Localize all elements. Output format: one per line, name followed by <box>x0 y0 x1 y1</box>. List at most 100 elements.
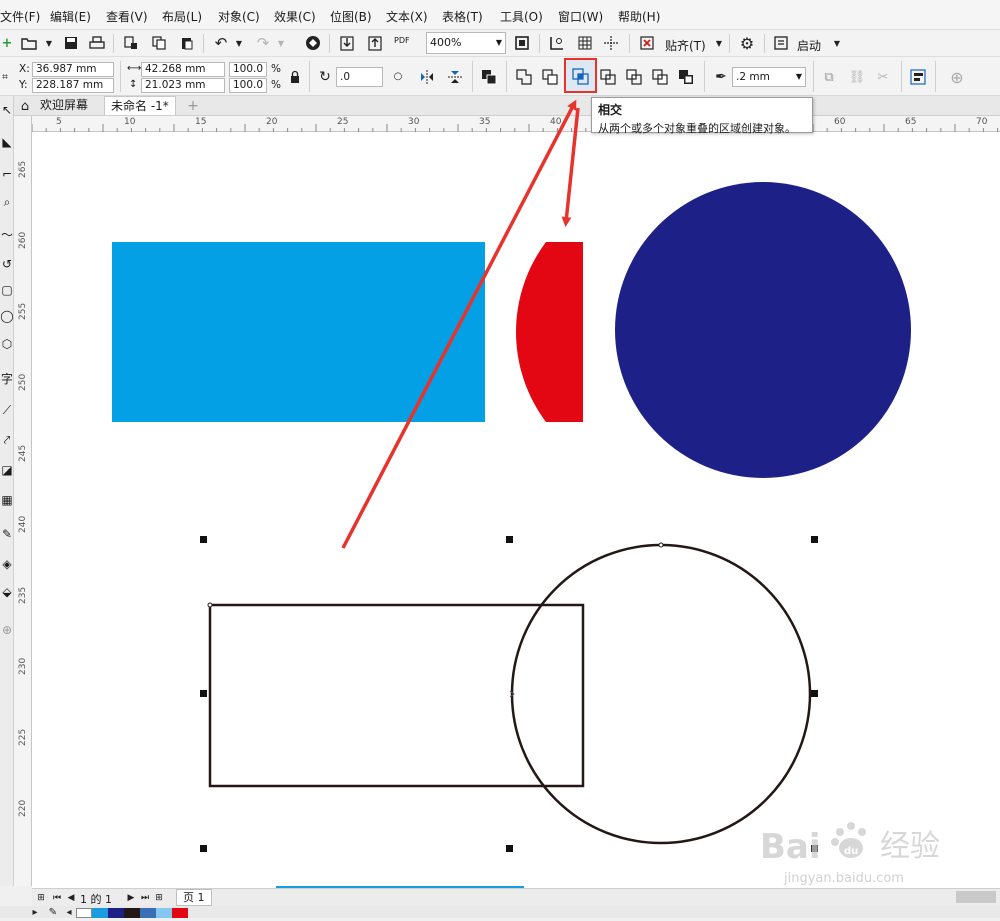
red-intersection-shape[interactable] <box>516 242 583 422</box>
application-launcher-icon[interactable] <box>772 34 790 52</box>
outline-width-select[interactable]: .2 mm ▼ <box>732 67 806 87</box>
color-swatch[interactable] <box>92 908 108 918</box>
transparency-tool-icon[interactable]: ▦ <box>0 490 14 510</box>
export-arrow-icon[interactable] <box>366 34 384 52</box>
snap-dropdown-chevron-icon[interactable]: ▼ <box>710 34 728 52</box>
intersect-button[interactable] <box>564 58 597 93</box>
selection-handle[interactable] <box>811 536 818 543</box>
color-swatch[interactable] <box>156 908 172 918</box>
menu-layout[interactable]: 布局(L) <box>162 8 202 25</box>
menu-edit[interactable]: 编辑(E) <box>50 8 91 25</box>
menu-help[interactable]: 帮助(H) <box>618 8 660 25</box>
menu-bitmaps[interactable]: 位图(B) <box>330 8 372 25</box>
shape-tool-icon[interactable]: ◣ <box>0 132 14 152</box>
open-dropdown-chevron-icon[interactable]: ▼ <box>40 34 58 52</box>
smart-fill-tool-icon[interactable]: ⬙ <box>0 582 14 602</box>
create-boundary-icon[interactable] <box>677 68 695 86</box>
scale-x-input[interactable]: 100.0 <box>229 62 267 77</box>
palette-arrow-icon[interactable]: ▸ <box>26 903 44 921</box>
options-gear-icon[interactable]: ⚙ <box>738 34 756 53</box>
selection-handle[interactable] <box>200 536 207 543</box>
selection-handle[interactable] <box>200 690 207 697</box>
pick-tool-icon[interactable]: ↖ <box>0 100 14 120</box>
rotation-angle-input[interactable]: .0 <box>336 67 383 87</box>
redo-dropdown-chevron-icon[interactable]: ▼ <box>272 34 290 52</box>
selection-handle[interactable] <box>811 690 818 697</box>
undo-icon[interactable]: ↶ <box>212 34 230 52</box>
color-swatch[interactable] <box>172 908 188 918</box>
selection-handle[interactable] <box>506 845 513 852</box>
parallel-dimension-tool-icon[interactable]: ⟋ <box>0 400 14 420</box>
show-rulers-icon[interactable] <box>548 34 566 52</box>
new-document-icon[interactable]: + <box>0 34 16 52</box>
menu-window[interactable]: 窗口(W) <box>558 8 603 25</box>
snap-to-menu[interactable]: 贴齐(T) <box>665 37 706 54</box>
page-tab-1[interactable]: 页 1 <box>176 889 212 906</box>
simplify-icon[interactable] <box>599 68 617 86</box>
horizontal-scrollbar-thumb[interactable] <box>956 891 996 903</box>
trim-icon[interactable] <box>541 68 559 86</box>
snap-off-icon[interactable] <box>638 34 656 52</box>
text-tool-icon[interactable]: 字 <box>0 368 14 388</box>
print-icon[interactable] <box>88 34 106 52</box>
outlined-circle-shape[interactable] <box>510 543 812 845</box>
bring-to-front-icon[interactable]: ⧉ <box>820 68 838 86</box>
publish-pdf-icon[interactable]: PDF <box>394 36 410 45</box>
copy-icon[interactable] <box>150 34 168 52</box>
menu-text[interactable]: 文本(X) <box>386 8 428 25</box>
vertical-ruler[interactable]: 265 260 255 250 245 240 235 230 225 220 <box>14 116 32 886</box>
add-tool-icon[interactable]: ⊕ <box>0 620 14 640</box>
selection-handle[interactable] <box>506 536 513 543</box>
polygon-tool-icon[interactable]: ⬡ <box>0 334 14 354</box>
color-eyedropper-tool-icon[interactable]: ✎ <box>0 524 14 544</box>
zoom-level-select[interactable]: 400% ▼ <box>426 32 506 54</box>
launch-label[interactable]: 启动 <box>797 37 821 54</box>
scale-y-input[interactable]: 100.0 <box>229 78 267 93</box>
redo-icon[interactable]: ↷ <box>254 34 272 52</box>
menu-file[interactable]: 文件(F) <box>0 8 40 25</box>
menu-effects[interactable]: 效果(C) <box>274 8 316 25</box>
blue-rectangle-shape[interactable] <box>112 242 485 422</box>
drop-shadow-tool-icon[interactable]: ◪ <box>0 460 14 480</box>
width-input[interactable]: 42.268 mm <box>141 62 225 77</box>
undo-dropdown-chevron-icon[interactable]: ▼ <box>230 34 248 52</box>
lock-ratio-icon[interactable] <box>286 68 304 86</box>
mirror-horizontal-icon[interactable] <box>418 68 436 86</box>
ellipse-tool-icon[interactable]: ◯ <box>0 306 14 326</box>
horizontal-ruler[interactable]: 5 10 15 20 25 30 35 40 45 50 55 60 65 70 <box>32 116 1000 132</box>
menu-object[interactable]: 对象(C) <box>218 8 260 25</box>
unlink-icon[interactable]: ✂ <box>874 68 892 86</box>
search-content-icon[interactable] <box>304 34 322 52</box>
open-folder-icon[interactable] <box>20 34 38 52</box>
import-arrow-icon[interactable] <box>338 34 356 52</box>
position-anchor-icon[interactable]: ⌗ <box>0 68 14 86</box>
tab-welcome-screen[interactable]: 欢迎屏幕 <box>34 96 94 115</box>
color-swatch[interactable] <box>108 908 124 918</box>
selection-handle[interactable] <box>200 845 207 852</box>
menu-tools[interactable]: 工具(O) <box>500 8 543 25</box>
drawing-canvas[interactable] <box>32 132 1000 888</box>
freehand-tool-icon[interactable]: 〜 <box>0 224 14 244</box>
height-input[interactable]: 21.023 mm <box>141 78 225 93</box>
show-grid-icon[interactable] <box>576 34 594 52</box>
add-property-icon[interactable]: ⊕ <box>948 68 966 87</box>
color-swatch[interactable] <box>76 908 92 918</box>
menu-table[interactable]: 表格(T) <box>442 8 483 25</box>
interactive-fill-tool-icon[interactable]: ◈ <box>0 554 14 574</box>
combine-icon[interactable] <box>480 68 498 86</box>
home-icon[interactable]: ⌂ <box>16 97 34 115</box>
new-tab-plus-icon[interactable]: + <box>184 97 202 115</box>
import-icon[interactable] <box>122 34 140 52</box>
launch-dropdown-chevron-icon[interactable]: ▼ <box>828 34 846 52</box>
zoom-tool-icon[interactable]: ⌕ <box>0 192 14 212</box>
weld-icon[interactable] <box>515 68 533 86</box>
crop-tool-icon[interactable]: ⌐ <box>0 164 14 184</box>
paste-icon[interactable] <box>178 34 196 52</box>
align-distribute-icon[interactable] <box>909 68 927 86</box>
menu-view[interactable]: 查看(V) <box>106 8 148 25</box>
connector-tool-icon[interactable]: ⤤ <box>0 430 14 450</box>
color-swatch[interactable] <box>140 908 156 918</box>
navy-circle-shape[interactable] <box>615 182 911 478</box>
add-page-after-icon[interactable]: ⊞ <box>150 889 168 907</box>
color-swatch[interactable] <box>124 908 140 918</box>
